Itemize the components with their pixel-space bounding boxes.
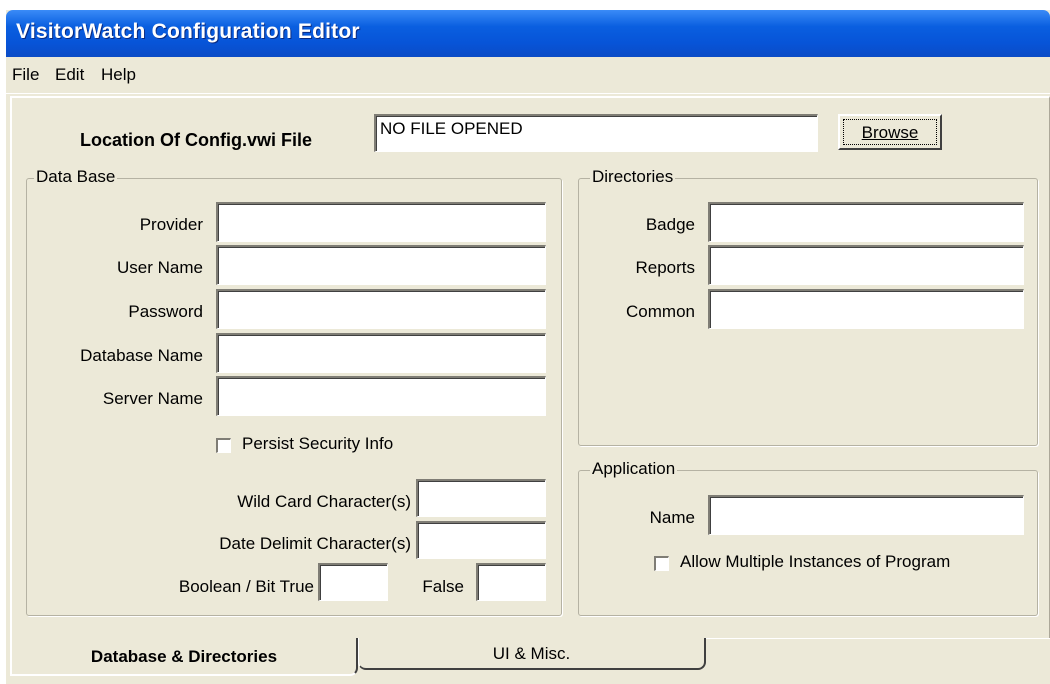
- reports-input[interactable]: [708, 245, 1024, 285]
- bool-false-input[interactable]: [476, 563, 546, 601]
- application-group: [578, 470, 1038, 616]
- tab-database-directories[interactable]: Database & Directories: [10, 638, 358, 676]
- tab-ui-misc[interactable]: UI & Misc.: [358, 638, 706, 670]
- menu-edit[interactable]: Edit: [55, 65, 84, 85]
- tab-strip-line: [706, 638, 1050, 639]
- date-delimit-input[interactable]: [416, 521, 546, 559]
- allow-multiple-checkbox[interactable]: [654, 556, 669, 571]
- wildcard-label: Wild Card Character(s): [237, 492, 411, 511]
- badge-input[interactable]: [708, 202, 1024, 242]
- persist-security-label: Persist Security Info: [242, 434, 394, 453]
- username-label: User Name: [117, 258, 203, 277]
- database-legend: Data Base: [34, 167, 118, 187]
- server-name-label: Server Name: [102, 389, 203, 408]
- password-label: Password: [128, 302, 203, 321]
- server-name-input[interactable]: [216, 376, 546, 416]
- app-name-input[interactable]: [708, 495, 1024, 535]
- application-legend: Application: [590, 459, 678, 479]
- provider-label: Provider: [139, 215, 203, 234]
- menu-file[interactable]: File: [12, 65, 39, 85]
- browse-button-label: Browse: [861, 123, 919, 142]
- tab-panel: Location Of Config.vwi File NO FILE OPEN…: [10, 96, 1050, 638]
- menu-bar: File Edit Help: [6, 57, 1050, 94]
- directories-legend: Directories: [590, 167, 676, 187]
- date-delimit-label: Date Delimit Character(s): [219, 534, 411, 553]
- badge-label: Badge: [645, 215, 695, 234]
- database-name-label: Database Name: [80, 346, 203, 365]
- config-location-label: Location Of Config.vwi File: [80, 130, 312, 150]
- wildcard-input[interactable]: [416, 479, 546, 517]
- persist-security-checkbox[interactable]: [216, 438, 231, 453]
- common-label: Common: [626, 302, 695, 321]
- app-name-label: Name: [649, 508, 695, 527]
- provider-input[interactable]: [216, 202, 546, 242]
- allow-multiple-label: Allow Multiple Instances of Program: [680, 552, 951, 571]
- username-input[interactable]: [216, 245, 546, 285]
- bool-false-label: False: [422, 577, 464, 596]
- browse-button[interactable]: Browse: [838, 114, 942, 150]
- database-name-input[interactable]: [216, 333, 546, 373]
- tab-ui-misc-label: UI & Misc.: [492, 644, 571, 663]
- window-title: VisitorWatch Configuration Editor: [16, 20, 360, 43]
- config-path-value: NO FILE OPENED: [380, 119, 523, 138]
- password-input[interactable]: [216, 289, 546, 329]
- title-bar[interactable]: VisitorWatch Configuration Editor: [6, 10, 1050, 57]
- reports-label: Reports: [635, 258, 695, 277]
- tab-database-directories-label: Database & Directories: [90, 647, 278, 666]
- bool-true-label: Boolean / Bit True: [178, 577, 314, 596]
- bool-true-input[interactable]: [318, 563, 388, 601]
- config-path-field[interactable]: NO FILE OPENED: [374, 114, 818, 152]
- menu-help[interactable]: Help: [101, 65, 136, 85]
- main-window: VisitorWatch Configuration Editor File E…: [6, 10, 1050, 684]
- common-input[interactable]: [708, 289, 1024, 329]
